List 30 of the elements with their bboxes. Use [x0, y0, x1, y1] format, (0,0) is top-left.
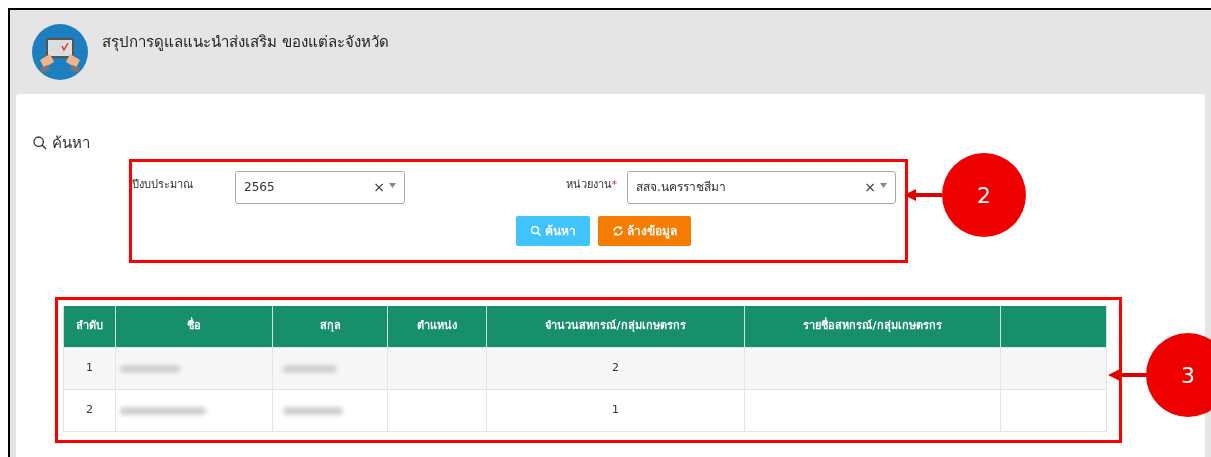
- page-title: สรุปการดูแลแนะนำส่งเสริม ของแต่ละจังหวัด: [102, 31, 389, 54]
- table-cell: 1: [63, 347, 116, 390]
- blurred-text-placeholder: [283, 406, 343, 415]
- search-heading: ค้นหา: [52, 133, 90, 154]
- field-label: หน่วยงาน: [565, 177, 612, 191]
- tablet-hands-icon: [32, 24, 88, 80]
- clear-button[interactable]: ×: [373, 176, 385, 198]
- search-icon: [32, 135, 48, 152]
- column-header: สกุล: [272, 305, 388, 348]
- clear-button[interactable]: ×: [864, 176, 876, 198]
- column-header: รายชื่อสหกรณ์/กลุ่มเกษตรกร: [744, 305, 1001, 348]
- dropdown-caret-icon: [880, 182, 887, 188]
- refresh-icon: [612, 224, 624, 237]
- column-header: จำนวนสหกรณ์/กลุ่มเกษตรกร: [486, 305, 745, 348]
- dropdown-caret-icon: [389, 182, 396, 188]
- select-field[interactable]: 2565 ×: [235, 170, 405, 204]
- table-cell: 2: [63, 389, 116, 432]
- field-label: ปีงบประมาณ: [132, 177, 193, 191]
- column-header: ลำดับ: [63, 305, 116, 348]
- blurred-text-placeholder: [283, 364, 337, 373]
- search-icon: [530, 224, 542, 237]
- column-header: ชื่อ: [115, 305, 273, 348]
- select-field[interactable]: สสจ.นครราชสีมา ×: [627, 170, 896, 204]
- table-cell: 2: [486, 347, 745, 390]
- callout-arrow: [904, 189, 942, 201]
- blurred-text-placeholder: [120, 364, 180, 373]
- column-header: ตำแหน่ง: [387, 305, 487, 348]
- callout-arrow: [1108, 369, 1146, 381]
- table-cell: 1: [486, 389, 745, 432]
- required-asterisk: *: [611, 177, 617, 191]
